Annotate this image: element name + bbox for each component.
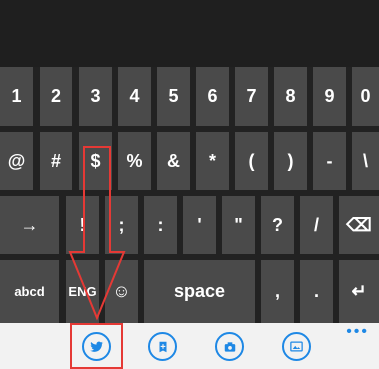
enter-key[interactable]: ↵ bbox=[339, 260, 379, 323]
key-7[interactable]: 7 bbox=[235, 67, 268, 126]
language-key[interactable]: ENG bbox=[66, 260, 99, 323]
tab-arrow-key[interactable]: → bbox=[0, 196, 59, 254]
backspace-key[interactable]: ⌫ bbox=[339, 196, 379, 254]
key-9[interactable]: 9 bbox=[313, 67, 346, 126]
key-asterisk[interactable]: * bbox=[196, 132, 229, 190]
key-3[interactable]: 3 bbox=[79, 67, 112, 126]
abcd-key[interactable]: abcd bbox=[0, 260, 59, 323]
top-blank-area bbox=[0, 0, 379, 67]
key-right-paren[interactable]: ) bbox=[274, 132, 307, 190]
comma-key[interactable]: , bbox=[261, 260, 294, 323]
key-8[interactable]: 8 bbox=[274, 67, 307, 126]
key-backslash[interactable]: \ bbox=[352, 132, 379, 190]
app-bar: ••• bbox=[0, 323, 379, 369]
period-key[interactable]: . bbox=[300, 260, 333, 323]
key-colon[interactable]: : bbox=[144, 196, 177, 254]
more-options-button[interactable]: ••• bbox=[346, 323, 369, 341]
key-exclamation[interactable]: ! bbox=[66, 196, 99, 254]
key-minus[interactable]: - bbox=[313, 132, 346, 190]
key-2[interactable]: 2 bbox=[40, 67, 72, 126]
emoji-key[interactable]: ☺ bbox=[105, 260, 138, 323]
key-1[interactable]: 1 bbox=[0, 67, 33, 126]
highlight-box bbox=[70, 323, 123, 369]
photo-gallery-icon[interactable] bbox=[282, 332, 311, 361]
photo-edit-icon[interactable] bbox=[148, 332, 177, 361]
key-semicolon[interactable]: ; bbox=[105, 196, 138, 254]
space-key[interactable]: space bbox=[144, 260, 255, 323]
key-4[interactable]: 4 bbox=[118, 67, 151, 126]
key-slash[interactable]: / bbox=[300, 196, 333, 254]
key-dollar[interactable]: $ bbox=[79, 132, 112, 190]
key-quote[interactable]: " bbox=[222, 196, 255, 254]
key-ampersand[interactable]: & bbox=[157, 132, 190, 190]
key-0[interactable]: 0 bbox=[352, 67, 379, 126]
key-percent[interactable]: % bbox=[118, 132, 151, 190]
key-left-paren[interactable]: ( bbox=[235, 132, 268, 190]
key-5[interactable]: 5 bbox=[157, 67, 190, 126]
on-screen-keyboard: 1 2 3 4 5 6 7 8 9 0 @ # $ % & * ( ) - \ … bbox=[0, 67, 379, 323]
camera-icon[interactable] bbox=[215, 332, 244, 361]
key-at[interactable]: @ bbox=[0, 132, 33, 190]
key-hash[interactable]: # bbox=[40, 132, 72, 190]
key-apostrophe[interactable]: ' bbox=[183, 196, 216, 254]
key-6[interactable]: 6 bbox=[196, 67, 229, 126]
key-question[interactable]: ? bbox=[261, 196, 294, 254]
